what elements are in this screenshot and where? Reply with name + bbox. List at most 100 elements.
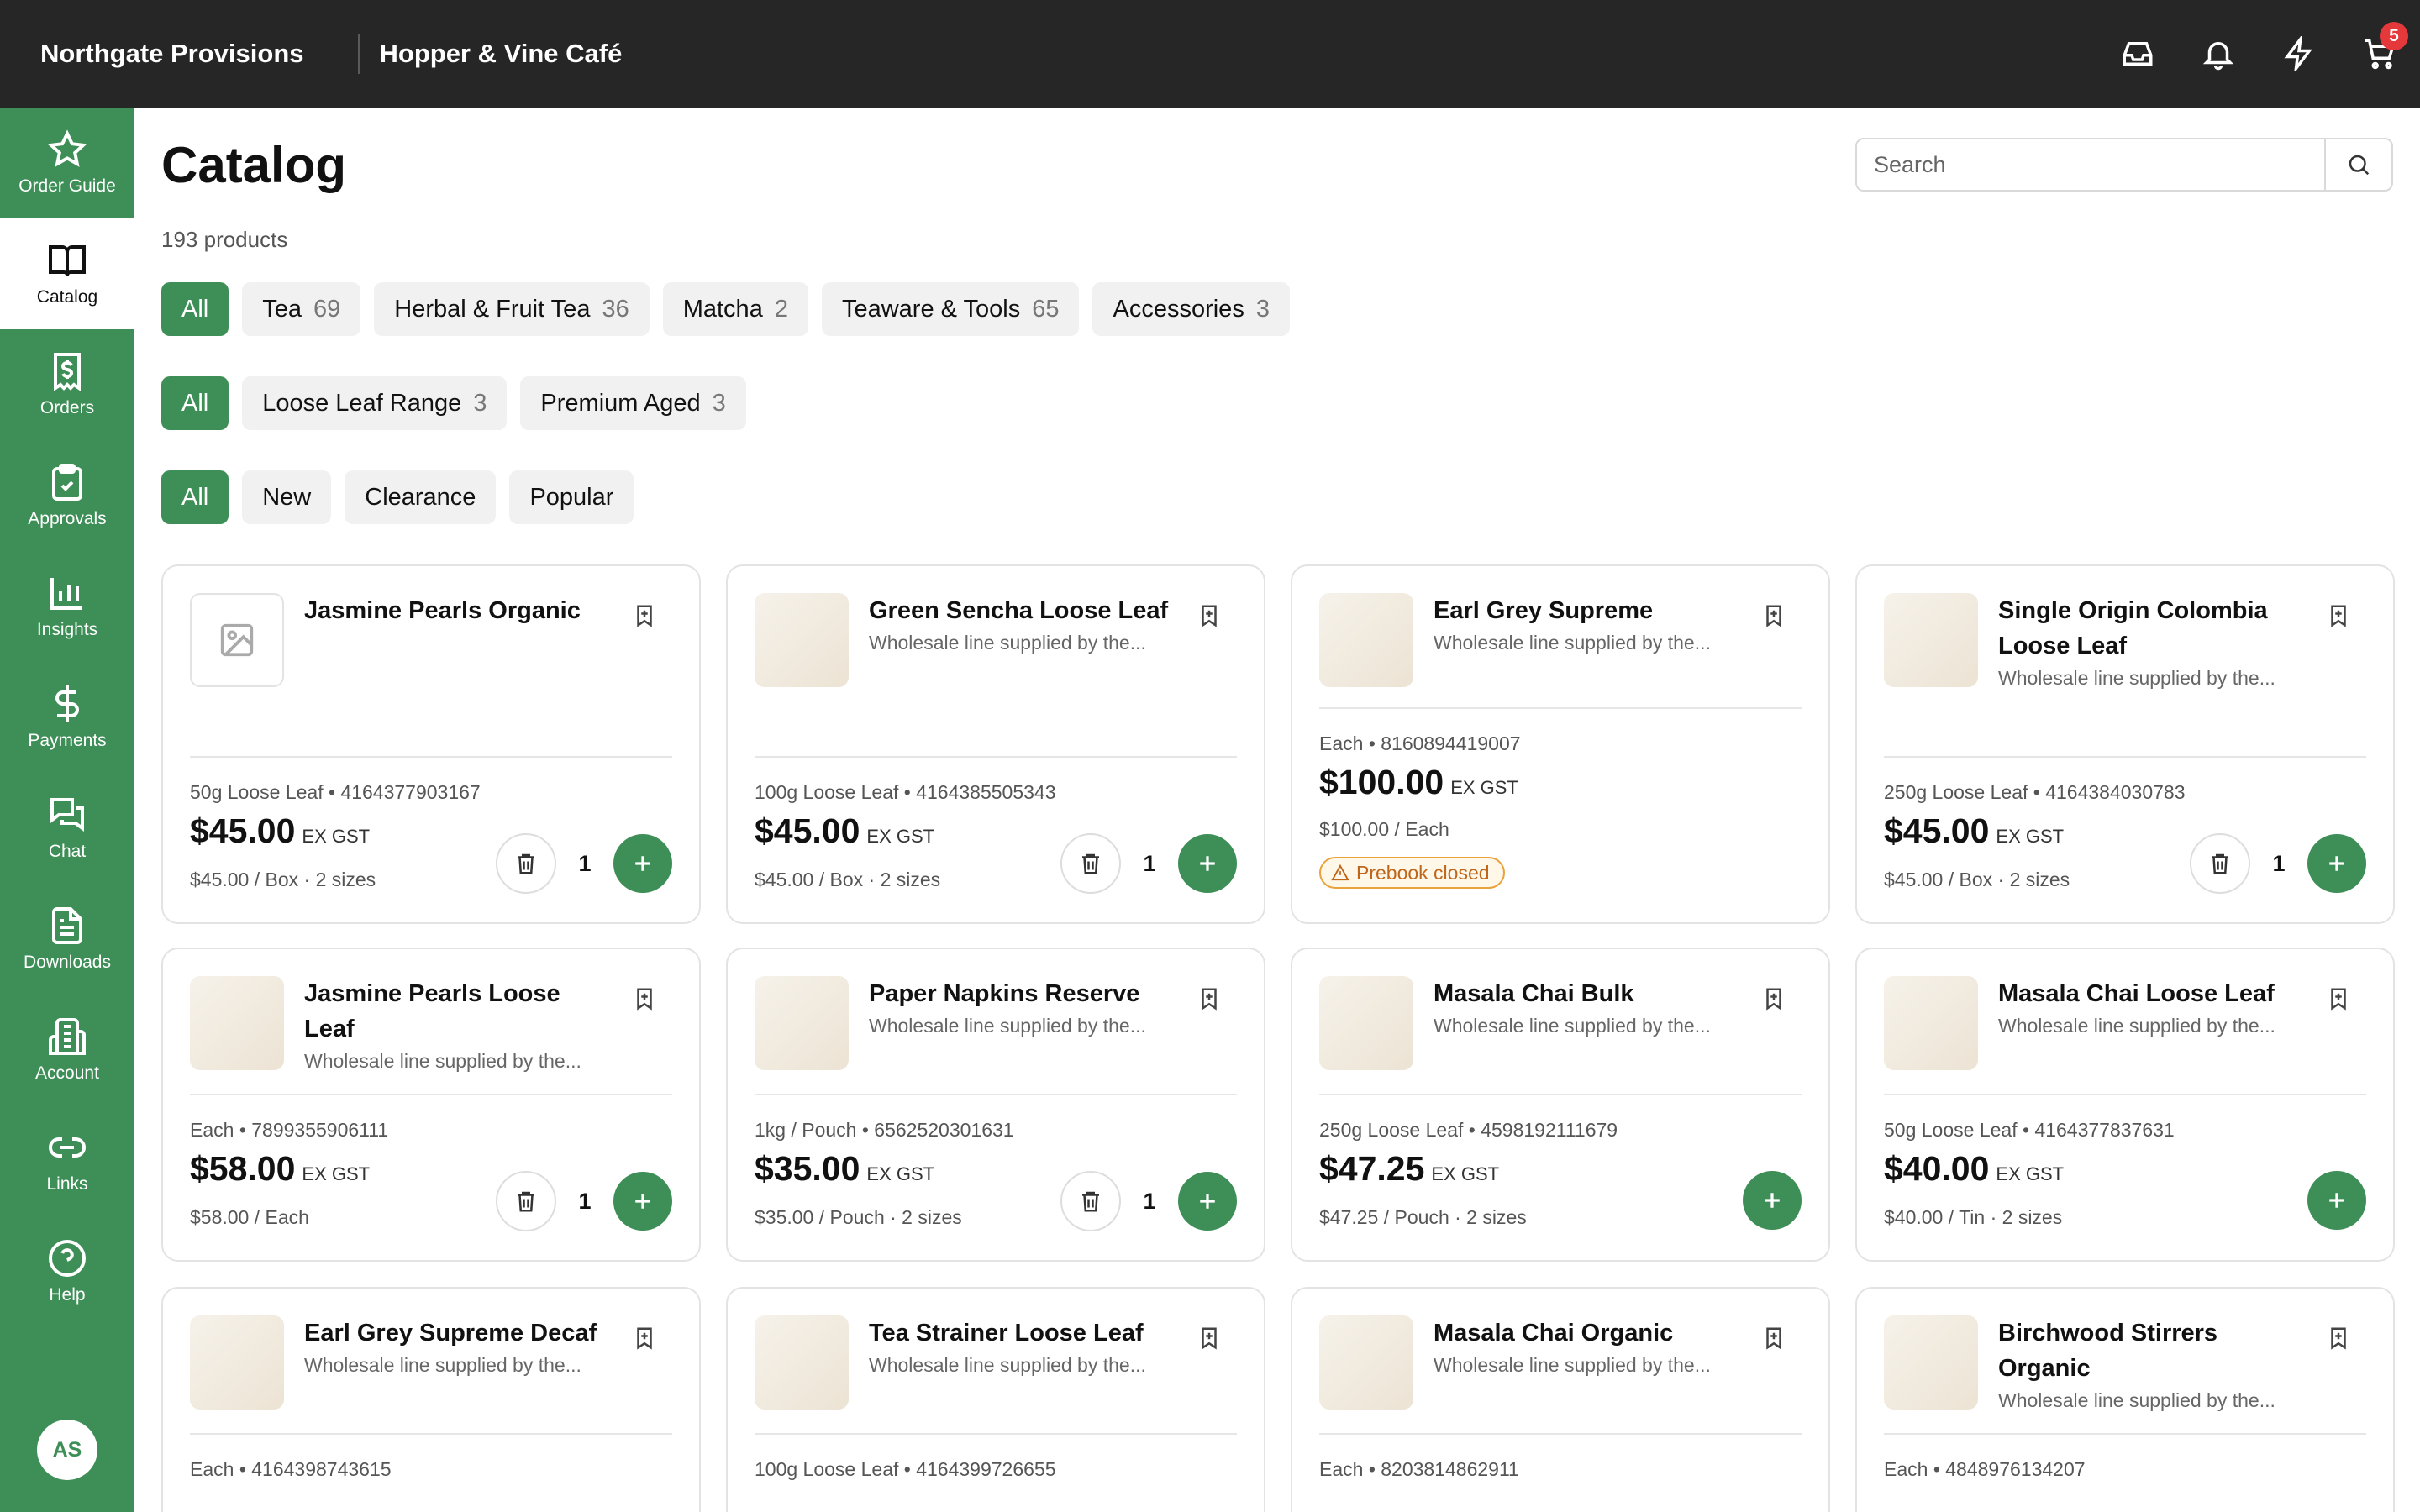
bookmark-icon[interactable] <box>2326 1326 2356 1356</box>
clipboard-check-icon <box>52 464 82 501</box>
bookmark-icon[interactable] <box>1761 986 1791 1016</box>
product-card[interactable]: Birchwood Stirrers Organic Wholesale lin… <box>1855 1287 2395 1512</box>
product-card[interactable]: Earl Grey Supreme Decaf Wholesale line s… <box>161 1287 701 1512</box>
bookmark-icon[interactable] <box>632 603 662 633</box>
product-description: Wholesale line supplied by the... <box>1998 667 2275 689</box>
product-card[interactable]: Single Origin Colombia Loose Leaf Wholes… <box>1855 564 2395 924</box>
product-name[interactable]: Green Sencha Loose Leaf <box>869 593 1180 628</box>
product-card[interactable]: Green Sencha Loose Leaf Wholesale line s… <box>726 564 1265 924</box>
remove-button[interactable] <box>1060 1171 1121 1231</box>
bookmark-icon[interactable] <box>2326 986 2356 1016</box>
sidebar-item-order-guide[interactable]: Order Guide <box>0 108 134 218</box>
product-card[interactable]: Masala Chai Bulk Wholesale line supplied… <box>1291 948 1830 1262</box>
chip-count: 65 <box>1032 295 1060 323</box>
sidebar-item-help[interactable]: Help <box>0 1216 134 1327</box>
bell-icon[interactable] <box>2178 0 2259 108</box>
add-button[interactable] <box>1178 1172 1237 1231</box>
category-chip-tea[interactable]: Tea 69 <box>242 282 361 336</box>
sidebar-item-label: Downloads <box>24 953 111 972</box>
bookmark-icon[interactable] <box>632 1326 662 1356</box>
sidebar-item-orders[interactable]: Orders <box>0 329 134 440</box>
search-button[interactable] <box>2324 139 2391 190</box>
product-card[interactable]: Earl Grey Supreme Wholesale line supplie… <box>1291 564 1830 924</box>
range-chip-loose-leaf[interactable]: Loose Leaf Range 3 <box>242 376 508 430</box>
lightning-icon[interactable] <box>2259 0 2339 108</box>
sidebar-item-catalog[interactable]: Catalog <box>0 218 134 329</box>
sidebar-item-insights[interactable]: Insights <box>0 551 134 662</box>
product-unit-price: $45.00 / Box · 2 sizes <box>1884 869 2070 890</box>
brand-name[interactable]: Northgate Provisions <box>40 39 304 69</box>
remove-button[interactable] <box>496 833 556 894</box>
product-card[interactable]: Masala Chai Loose Leaf Wholesale line su… <box>1855 948 2395 1262</box>
product-name[interactable]: Earl Grey Supreme <box>1434 593 1744 628</box>
product-name[interactable]: Single Origin Colombia Loose Leaf <box>1998 593 2309 664</box>
quantity-value[interactable]: 1 <box>1121 851 1178 877</box>
product-name[interactable]: Masala Chai Organic <box>1434 1315 1744 1351</box>
tag-chip-popular[interactable]: Popular <box>509 470 634 524</box>
category-chip-herbal[interactable]: Herbal & Fruit Tea 36 <box>374 282 650 336</box>
avatar[interactable]: AS <box>37 1420 97 1480</box>
product-name[interactable]: Jasmine Pearls Loose Leaf <box>304 976 615 1047</box>
add-button[interactable] <box>613 1172 672 1231</box>
product-card[interactable]: Masala Chai Organic Wholesale line suppl… <box>1291 1287 1830 1512</box>
bookmark-icon[interactable] <box>632 986 662 1016</box>
bookmark-icon[interactable] <box>1197 986 1227 1016</box>
range-chip-all[interactable]: All <box>161 376 229 430</box>
bookmark-icon[interactable] <box>1761 603 1791 633</box>
sidebar-item-links[interactable]: Links <box>0 1105 134 1216</box>
product-name[interactable]: Tea Strainer Loose Leaf <box>869 1315 1180 1351</box>
sidebar-item-chat[interactable]: Chat <box>0 773 134 884</box>
cart-icon[interactable]: 5 <box>2339 0 2420 108</box>
product-card[interactable]: Jasmine Pearls Organic 50g Loose Leaf • … <box>161 564 701 924</box>
inbox-icon[interactable] <box>2097 0 2178 108</box>
product-name[interactable]: Earl Grey Supreme Decaf <box>304 1315 615 1351</box>
quantity-value[interactable]: 1 <box>1121 1189 1178 1215</box>
search-input[interactable] <box>1857 139 2324 190</box>
product-description: Wholesale line supplied by the... <box>1434 632 1711 654</box>
remove-button[interactable] <box>496 1171 556 1231</box>
bookmark-icon[interactable] <box>1197 603 1227 633</box>
tag-chip-new[interactable]: New <box>242 470 332 524</box>
add-button[interactable] <box>1743 1171 1802 1230</box>
quantity-value[interactable]: 1 <box>2250 851 2307 877</box>
sidebar-item-downloads[interactable]: Downloads <box>0 884 134 995</box>
product-name[interactable]: Birchwood Stirrers Organic <box>1998 1315 2309 1386</box>
range-chip-premium-aged[interactable]: Premium Aged 3 <box>520 376 746 430</box>
product-meta: 100g Loose Leaf • 4164385505343 <box>755 781 1056 803</box>
bookmark-icon[interactable] <box>1761 1326 1791 1356</box>
product-name[interactable]: Masala Chai Loose Leaf <box>1998 976 2309 1011</box>
customer-name[interactable]: Hopper & Vine Café <box>380 39 623 69</box>
category-chip-teaware[interactable]: Teaware & Tools 65 <box>821 282 1080 336</box>
category-chip-matcha[interactable]: Matcha 2 <box>662 282 808 336</box>
product-card[interactable]: Jasmine Pearls Loose Leaf Wholesale line… <box>161 948 701 1262</box>
bookmark-icon[interactable] <box>2326 603 2356 633</box>
add-button[interactable] <box>2307 834 2366 893</box>
product-meta: 50g Loose Leaf • 4164377903167 <box>190 781 481 803</box>
tag-chip-all[interactable]: All <box>161 470 229 524</box>
sidebar-item-payments[interactable]: Payments <box>0 662 134 773</box>
category-chip-accessories[interactable]: Accessories 3 <box>1092 282 1290 336</box>
trash-icon <box>518 853 534 874</box>
quantity-value[interactable]: 1 <box>556 1189 613 1215</box>
sidebar-item-approvals[interactable]: Approvals <box>0 440 134 551</box>
category-chip-all[interactable]: All <box>161 282 229 336</box>
tag-chip-clearance[interactable]: Clearance <box>345 470 497 524</box>
product-card[interactable]: Tea Strainer Loose Leaf Wholesale line s… <box>726 1287 1265 1512</box>
product-unit-price: $100.00 / Each <box>1319 818 1449 840</box>
add-button[interactable] <box>1178 834 1237 893</box>
add-button[interactable] <box>613 834 672 893</box>
sidebar-item-account[interactable]: Account <box>0 995 134 1105</box>
product-name[interactable]: Paper Napkins Reserve <box>869 976 1180 1011</box>
product-name[interactable]: Jasmine Pearls Organic <box>304 593 615 628</box>
header-divider <box>357 34 360 74</box>
add-button[interactable] <box>2307 1171 2366 1230</box>
price-value: $35.00 <box>755 1149 860 1188</box>
product-name[interactable]: Masala Chai Bulk <box>1434 976 1744 1011</box>
quantity-value[interactable]: 1 <box>556 851 613 877</box>
remove-button[interactable] <box>2190 833 2250 894</box>
product-card[interactable]: Paper Napkins Reserve Wholesale line sup… <box>726 948 1265 1262</box>
remove-button[interactable] <box>1060 833 1121 894</box>
product-meta: 100g Loose Leaf • 4164399726655 <box>755 1458 1056 1480</box>
bookmark-icon[interactable] <box>1197 1326 1227 1356</box>
sidebar-item-label: Chat <box>48 842 87 861</box>
